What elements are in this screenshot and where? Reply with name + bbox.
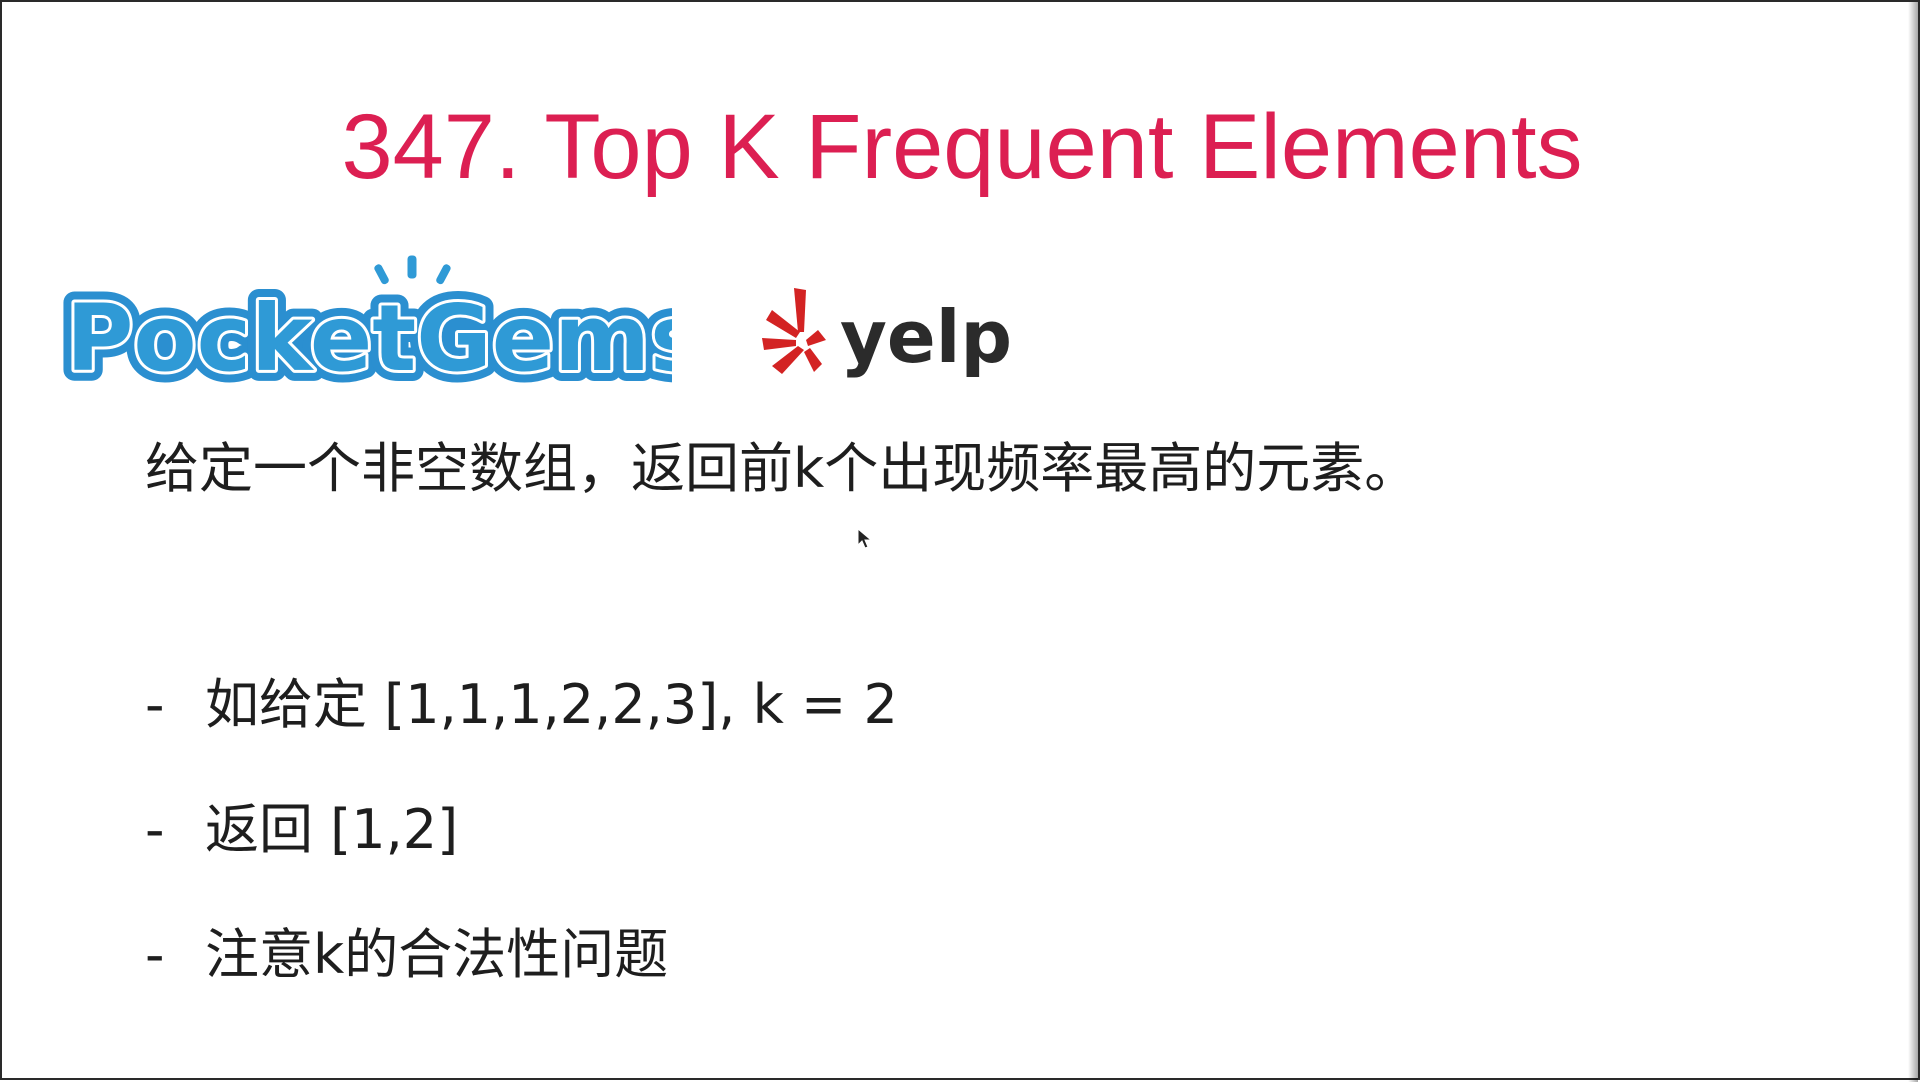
bullet-example-input: - 如给定 [1,1,1,2,2,3], k = 2 bbox=[145, 670, 898, 740]
mouse-pointer-icon bbox=[857, 527, 873, 550]
slide: 347. Top K Frequent Elements PocketGems … bbox=[0, 0, 1920, 1082]
bullet-note: - 注意k的合法性问题 bbox=[145, 920, 668, 990]
bullet-marker: - bbox=[145, 673, 165, 736]
bullet-text: 注意k的合法性问题 bbox=[205, 923, 669, 986]
pocketgems-logo: PocketGems PocketGems PocketGems bbox=[52, 252, 672, 402]
slide-title: 347. Top K Frequent Elements bbox=[341, 96, 1583, 198]
bullet-text: 返回 [1,2] bbox=[205, 798, 459, 861]
bullet-example-output: - 返回 [1,2] bbox=[145, 795, 458, 865]
bullet-marker: - bbox=[145, 923, 165, 986]
yelp-logo: yelp bbox=[760, 280, 1020, 390]
problem-description: 给定一个非空数组，返回前k个出现频率最高的元素。 bbox=[145, 437, 1419, 500]
bullet-marker: - bbox=[145, 798, 165, 861]
bullet-text: 如给定 [1,1,1,2,2,3], k = 2 bbox=[205, 673, 898, 736]
svg-text:yelp: yelp bbox=[840, 295, 1012, 379]
svg-text:PocketGems: PocketGems bbox=[66, 285, 672, 392]
